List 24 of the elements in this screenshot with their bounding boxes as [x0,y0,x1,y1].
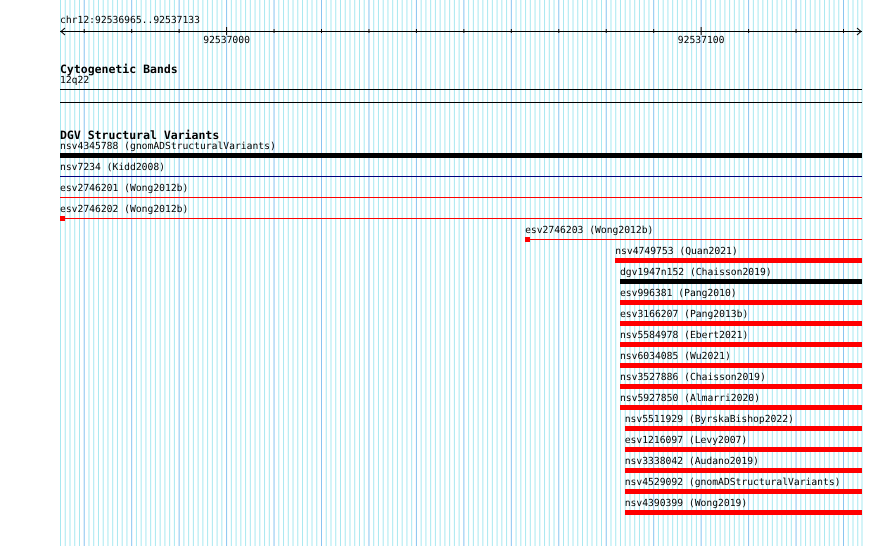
tick-label: 92537100 [678,35,724,47]
feature-label: esv2746201 (Wong2012b) [60,183,188,195]
tick-label: 92537000 [203,35,250,47]
feature-label: nsv3527886 (Chaisson2019) [620,372,766,384]
feature-label: esv2746202 (Wong2012b) [60,204,188,216]
feature-label: nsv5584978 (Ebert2021) [620,330,748,342]
feature-label: nsv6034085 (Wu2021) [620,351,731,363]
feature-label: nsv4749753 (Quan2021) [615,246,738,258]
feature-label: esv996381 (Pang2010) [620,288,737,300]
feature-label: 12q22 [60,75,90,87]
location-label: chr12:92536965..92537133 [60,15,200,27]
feature-label: esv2746203 (Wong2012b) [525,225,654,237]
track-title: Cytogenetic Bands [60,63,178,75]
feature-label: nsv4345788 (gnomADStructuralVariants) [60,141,276,153]
feature-label: nsv4529092 (gnomADStructuralVariants) [624,477,841,489]
feature-label: nsv5927850 (Almarri2020) [620,393,760,405]
feature-label: nsv3338042 (Audano2019) [624,456,759,468]
feature-label: dgv1947n152 (Chaisson2019) [620,267,772,279]
feature-label: nsv5511929 (ByrskaBishop2022) [624,414,794,426]
feature-label: esv3166207 (Pang2013b) [620,309,748,321]
feature-label: nsv7234 (Kidd2008) [60,162,165,174]
track-title: DGV Structural Variants [60,129,220,141]
feature-label: esv1216097 (Levy2007) [624,435,748,447]
feature-label: nsv4390399 (Wong2019) [624,498,748,510]
